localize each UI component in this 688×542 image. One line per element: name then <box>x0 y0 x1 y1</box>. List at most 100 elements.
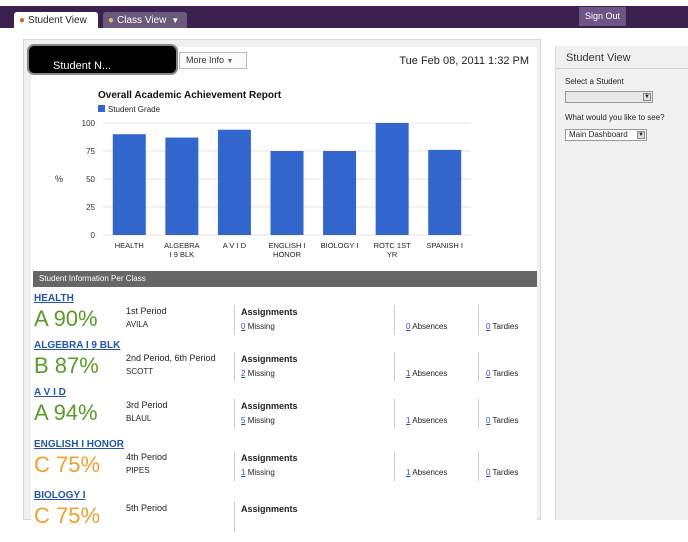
divider <box>234 305 235 335</box>
tardies-label: Tardies <box>492 468 519 477</box>
x-tick-label: ALGEBRA <box>164 241 199 250</box>
missing-count-link[interactable]: 5 <box>241 416 245 425</box>
view-select[interactable]: Main Dashboard ▼ <box>565 129 647 141</box>
chart-bar <box>112 134 146 235</box>
class-grade: B 87% <box>34 353 99 378</box>
y-tick-label: 50 <box>86 175 95 184</box>
chart-bar <box>165 137 199 235</box>
chart-title: Overall Academic Achievement Report <box>98 90 282 101</box>
divider <box>234 451 235 481</box>
class-name-link[interactable]: BIOLOGY I <box>34 490 86 501</box>
date-time: Tue Feb 08, 2011 1:32 PM <box>399 55 529 67</box>
class-period: 2nd Period, 6th Period <box>126 353 216 363</box>
x-tick-label: I 9 BLK <box>170 250 195 259</box>
chevron-down-icon: ▼ <box>637 131 645 139</box>
absences-count-link[interactable]: 0 <box>406 322 410 331</box>
tardies: 0 Tardies <box>486 369 518 378</box>
class-period: 3rd Period <box>126 400 168 410</box>
x-tick-label: SPANISH I <box>426 241 463 250</box>
tab-student-view[interactable]: ● Student View <box>14 12 98 28</box>
chart-bar <box>270 151 304 235</box>
assignments-heading: Assignments <box>241 453 298 463</box>
more-info-button[interactable]: More Info ▼ <box>179 52 247 69</box>
view-select-value: Main Dashboard <box>569 130 628 139</box>
x-tick-label: ROTC 1ST <box>374 241 412 250</box>
sidebar: Student View Select a Student ▼ What wou… <box>555 46 688 520</box>
class-teacher: AVILA <box>126 320 149 329</box>
missing-assignments: 0 Missing <box>241 322 275 331</box>
assignments-heading: Assignments <box>241 504 298 514</box>
tardies: 0 Tardies <box>486 322 518 331</box>
class-row: ENGLISH I HONOR C 75% 4th Period PIPES Assig… <box>31 439 537 491</box>
main-panel: More Info ▼ Tue Feb 08, 2011 1:32 PM Ove… <box>23 39 541 532</box>
chart-bar <box>323 151 357 235</box>
legend-label: Student Grade <box>108 105 161 114</box>
divider <box>478 305 479 335</box>
student-name-popup: Student N... <box>27 44 178 75</box>
missing-count-link[interactable]: 2 <box>241 369 245 378</box>
absences-count-link[interactable]: 1 <box>406 416 410 425</box>
assignments-heading: Assignments <box>241 401 298 411</box>
class-grade: C 75% <box>34 503 101 528</box>
divider <box>394 451 395 481</box>
sidebar-title: Student View <box>566 52 631 64</box>
absences-label: Absences <box>412 369 448 378</box>
tardies-count-link[interactable]: 0 <box>486 322 490 331</box>
class-name-link[interactable]: ENGLISH I HONOR <box>34 439 124 450</box>
chevron-down-icon: ▼ <box>171 15 180 25</box>
divider <box>394 305 395 335</box>
x-tick-label: HONOR <box>273 250 302 259</box>
section-header: Student Information Per Class <box>33 271 537 287</box>
tardies-count-link[interactable]: 0 <box>486 369 490 378</box>
missing-assignments: 1 Missing <box>241 468 275 477</box>
class-name-link[interactable]: HEALTH <box>34 293 74 304</box>
student-select[interactable]: ▼ <box>565 91 653 103</box>
absences: 1 Absences <box>406 416 447 425</box>
missing-count-link[interactable]: 1 <box>241 468 245 477</box>
assignments-heading: Assignments <box>241 354 298 364</box>
tab-label: Student View <box>28 14 87 26</box>
missing-assignments: 2 Missing <box>241 369 275 378</box>
class-name-link[interactable]: A V I D <box>34 387 66 398</box>
tardies-label: Tardies <box>492 322 519 331</box>
tardies-count-link[interactable]: 0 <box>486 416 490 425</box>
divider <box>478 451 479 481</box>
absences: 1 Absences <box>406 369 447 378</box>
content-area: More Info ▼ Tue Feb 08, 2011 1:32 PM Ove… <box>31 47 537 532</box>
achievement-chart: Overall Academic Achievement Report Stude… <box>55 90 471 259</box>
absences-label: Absences <box>412 416 448 425</box>
absences-label: Absences <box>412 468 448 477</box>
absences-label: Absences <box>412 322 448 331</box>
divider <box>394 352 395 382</box>
chevron-down-icon: ▼ <box>226 58 234 65</box>
class-row: BIOLOGY I C 75% 5th Period Assignments <box>31 490 537 542</box>
more-info-label: More Info <box>186 55 225 65</box>
missing-count-link[interactable]: 0 <box>241 322 245 331</box>
class-teacher: PIPES <box>126 466 150 475</box>
x-tick-label: A V I D <box>223 241 247 250</box>
y-axis-label: % <box>55 174 63 184</box>
tardies-count-link[interactable]: 0 <box>486 468 490 477</box>
divider <box>478 399 479 429</box>
absences-count-link[interactable]: 1 <box>406 468 410 477</box>
class-period: 1st Period <box>126 306 167 316</box>
missing-assignments: 5 Missing <box>241 416 275 425</box>
assignments-heading: Assignments <box>241 307 298 317</box>
divider <box>394 399 395 429</box>
chart-bar <box>375 123 409 235</box>
divider <box>556 68 688 69</box>
sign-out-button[interactable]: Sign Out <box>579 7 626 26</box>
chart-bar <box>428 149 462 235</box>
student-icon: ● <box>19 14 26 26</box>
popup-text: Student N... <box>53 60 112 72</box>
class-period: 4th Period <box>126 452 168 462</box>
class-name-link[interactable]: ALGEBRA I 9 BLK <box>34 340 120 351</box>
x-tick-label: BIOLOGY I <box>321 241 359 250</box>
absences-count-link[interactable]: 1 <box>406 369 410 378</box>
class-teacher: BLAUL <box>126 414 152 423</box>
tab-class-view[interactable]: ● Class View ▼ <box>103 12 187 28</box>
chevron-down-icon: ▼ <box>643 93 651 101</box>
divider <box>478 352 479 382</box>
tardies-label: Tardies <box>492 416 519 425</box>
x-tick-label: YR <box>387 250 398 259</box>
